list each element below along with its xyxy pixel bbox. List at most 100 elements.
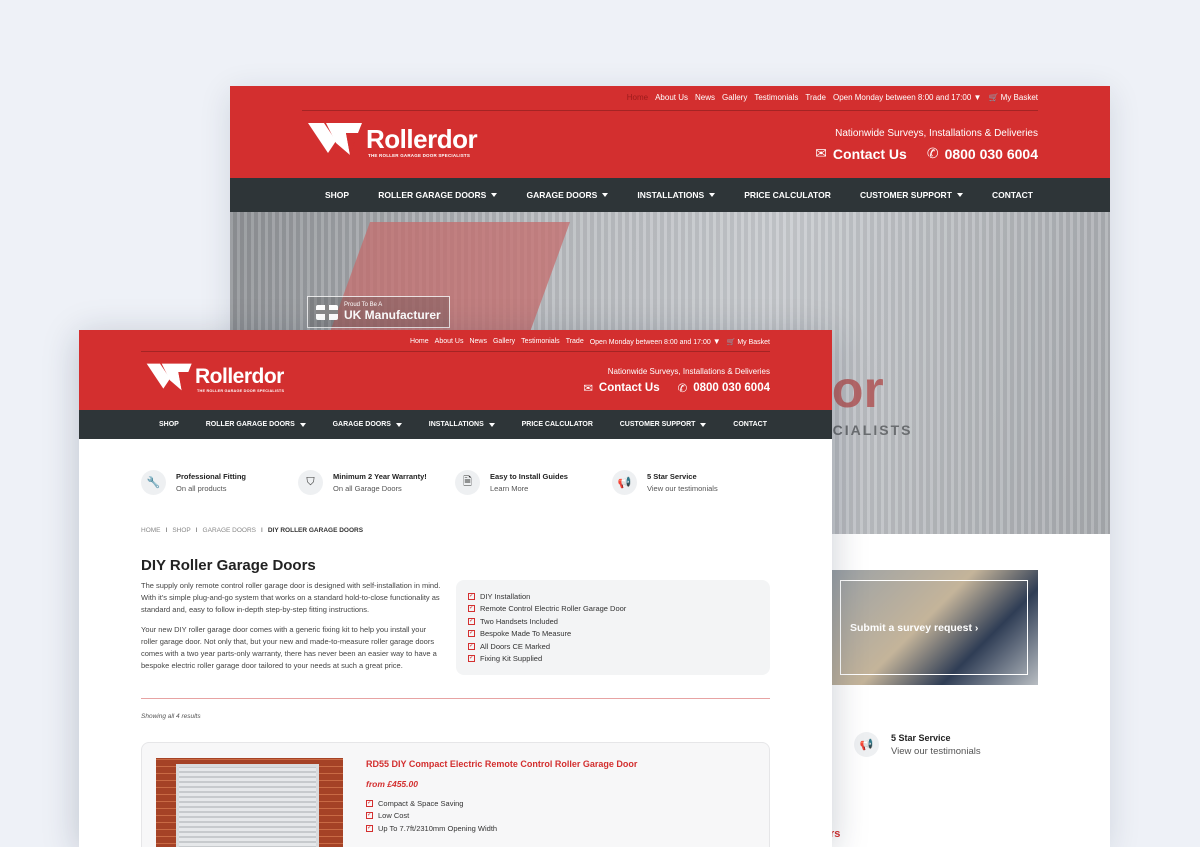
back-star-sub: View our testimonials: [891, 745, 981, 757]
nav-roller-label: ROLLER GARAGE DOORS: [205, 421, 295, 428]
checklist-item: ✓ Bespoke Made To Measure: [468, 628, 758, 641]
nav-shop[interactable]: SHOP: [325, 190, 349, 200]
caret-down-icon: ▼: [973, 93, 982, 102]
top-nav-testimonials[interactable]: Testimonials: [754, 93, 798, 102]
checklist-label: Remote Control Electric Roller Garage Do…: [480, 604, 627, 614]
nav-support-label: CUSTOMER SUPPORT: [859, 190, 952, 200]
logo-tagline: THE ROLLER GARAGE DOOR SPECIALISTS: [368, 153, 471, 158]
breadcrumb-home[interactable]: HOME: [141, 527, 161, 534]
nav-contact[interactable]: CONTACT: [992, 190, 1033, 200]
header-divider: [141, 351, 770, 352]
nav-garage-doors[interactable]: GARAGE DOORS: [333, 421, 402, 428]
feature-five-star[interactable]: 📢 5 Star Service View our testimonials: [612, 470, 769, 495]
uk-manufacturer-badge: Proud To Be A UK Manufacturer: [307, 296, 450, 328]
phone-number[interactable]: 0800 030 6004: [945, 146, 1038, 162]
top-nav-basket[interactable]: 🛒 My Basket: [727, 338, 770, 346]
main-navigation: SHOP ROLLER GARAGE DOORS GARAGE DOORS IN…: [79, 410, 832, 439]
breadcrumb-shop[interactable]: SHOP: [172, 527, 190, 534]
nav-shop[interactable]: SHOP: [159, 421, 179, 428]
nav-contact[interactable]: CONTACT: [733, 421, 767, 428]
check-icon: ✓: [468, 592, 475, 600]
product-bullet: ✓ Low Cost: [366, 810, 497, 823]
logo[interactable]: Rollerdor THE ROLLER GARAGE DOOR SPECIAL…: [306, 119, 478, 159]
product-card[interactable]: RD55 DIY Compact Electric Remote Control…: [141, 742, 770, 847]
checklist-label: Fixing Kit Supplied: [480, 654, 543, 664]
top-nav-hours[interactable]: Open Monday between 8:00 and 17:00 ▼: [590, 337, 721, 346]
cart-icon: 🛒: [726, 338, 736, 346]
nav-contact-label: CONTACT: [992, 190, 1033, 200]
surveys-text: Nationwide Surveys, Installations & Deli…: [607, 367, 770, 376]
nav-roller-garage-doors[interactable]: ROLLER GARAGE DOORS: [378, 190, 498, 200]
top-nav-news[interactable]: News: [469, 338, 487, 345]
top-nav-about[interactable]: About Us: [655, 93, 688, 102]
nav-contact-label: CONTACT: [733, 421, 767, 428]
top-nav-basket[interactable]: 🛒 My Basket: [988, 93, 1038, 102]
megaphone-icon: 📢: [854, 732, 879, 757]
caret-down-icon: [709, 193, 716, 197]
top-nav-about[interactable]: About Us: [435, 338, 464, 345]
feature-warranty[interactable]: ⛉ Minimum 2 Year Warranty! On all Garage…: [298, 470, 455, 495]
phone-number[interactable]: 0800 030 6004: [693, 382, 770, 394]
top-nav-trade[interactable]: Trade: [805, 93, 826, 102]
feature-professional-fitting[interactable]: 🔧 Professional Fitting On all products: [141, 470, 298, 495]
top-nav-home[interactable]: Home: [627, 93, 648, 102]
breadcrumb-garage-doors[interactable]: GARAGE DOORS: [203, 527, 256, 534]
top-nav-gallery[interactable]: Gallery: [722, 93, 747, 102]
checklist-item: ✓ Fixing Kit Supplied: [468, 653, 758, 666]
feature-strip: 🔧 Professional Fitting On all products ⛉…: [141, 470, 792, 495]
page-title: DIY Roller Garage Doors: [141, 557, 316, 574]
bullet-label: Compact & Space Saving: [378, 798, 464, 808]
nav-installations[interactable]: INSTALLATIONS: [429, 421, 495, 428]
top-nav-home[interactable]: Home: [410, 338, 429, 345]
logo-roller: Roller: [195, 365, 252, 388]
caret-down-icon: [491, 193, 498, 197]
check-icon: ✓: [468, 605, 475, 613]
contact-us-link[interactable]: Contact Us: [833, 146, 907, 162]
feature-title: Easy to Install Guides: [490, 472, 568, 481]
nav-roller-garage-doors[interactable]: ROLLER GARAGE DOORS: [206, 421, 306, 428]
check-icon: ✓: [366, 799, 373, 807]
top-nav-testimonials[interactable]: Testimonials: [521, 338, 560, 345]
feature-sub: Learn More: [490, 484, 529, 493]
envelope-icon: ✉: [583, 383, 593, 395]
product-bullet: ✓ Compact & Space Saving: [366, 797, 497, 810]
nav-price-calculator[interactable]: PRICE CALCULATOR: [744, 190, 831, 200]
back-five-star-feature[interactable]: 📢 5 Star Service View our testimonials: [854, 732, 981, 757]
caret-down-icon: [700, 422, 707, 427]
top-nav-gallery[interactable]: Gallery: [493, 338, 515, 345]
top-nav-news[interactable]: News: [695, 93, 715, 102]
phone-icon: ✆: [926, 145, 939, 161]
contact-us-link[interactable]: Contact Us: [599, 382, 660, 394]
top-navigation: Home About Us News Gallery Testimonials …: [627, 93, 1038, 102]
category-description: The supply only remote control roller ga…: [141, 580, 443, 672]
document-icon: 🗎: [455, 470, 480, 495]
checklist-item: ✓ DIY Installation: [468, 590, 758, 603]
logo-roller: Roller: [366, 123, 437, 154]
section-divider: [141, 698, 770, 699]
product-price: from £455.00: [366, 779, 418, 789]
survey-request-card[interactable]: Submit a survey request ›: [830, 570, 1038, 685]
badge-big-text: UK Manufacturer: [344, 308, 441, 322]
logo[interactable]: Rollerdor THE ROLLER GARAGE DOOR SPECIAL…: [145, 360, 284, 394]
nav-garage-doors[interactable]: GARAGE DOORS: [526, 190, 609, 200]
nav-calculator-label: PRICE CALCULATOR: [744, 190, 831, 200]
product-image[interactable]: [156, 758, 343, 847]
checklist-label: All Doors CE Marked: [480, 641, 551, 651]
breadcrumb-separator: I: [261, 527, 263, 534]
feature-title: 5 Star Service: [647, 472, 697, 481]
surveys-text: Nationwide Surveys, Installations & Deli…: [835, 128, 1038, 139]
nav-customer-support[interactable]: CUSTOMER SUPPORT: [620, 421, 707, 428]
top-nav-trade[interactable]: Trade: [566, 338, 584, 345]
caret-down-icon: [299, 422, 306, 427]
nav-customer-support[interactable]: CUSTOMER SUPPORT: [860, 190, 963, 200]
feature-install-guides[interactable]: 🗎 Easy to Install Guides Learn More: [455, 470, 612, 495]
top-nav-hours[interactable]: Open Monday between 8:00 and 17:00 ▼: [833, 93, 981, 102]
nav-garage-label: GARAGE DOORS: [332, 421, 391, 428]
product-name[interactable]: RD55 DIY Compact Electric Remote Control…: [366, 759, 637, 769]
nav-support-label: CUSTOMER SUPPORT: [619, 421, 696, 428]
nav-installations[interactable]: INSTALLATIONS: [637, 190, 716, 200]
megaphone-icon: 📢: [612, 470, 637, 495]
nav-price-calculator[interactable]: PRICE CALCULATOR: [522, 421, 593, 428]
header-divider: [302, 110, 1038, 111]
check-icon: ✓: [366, 812, 373, 820]
